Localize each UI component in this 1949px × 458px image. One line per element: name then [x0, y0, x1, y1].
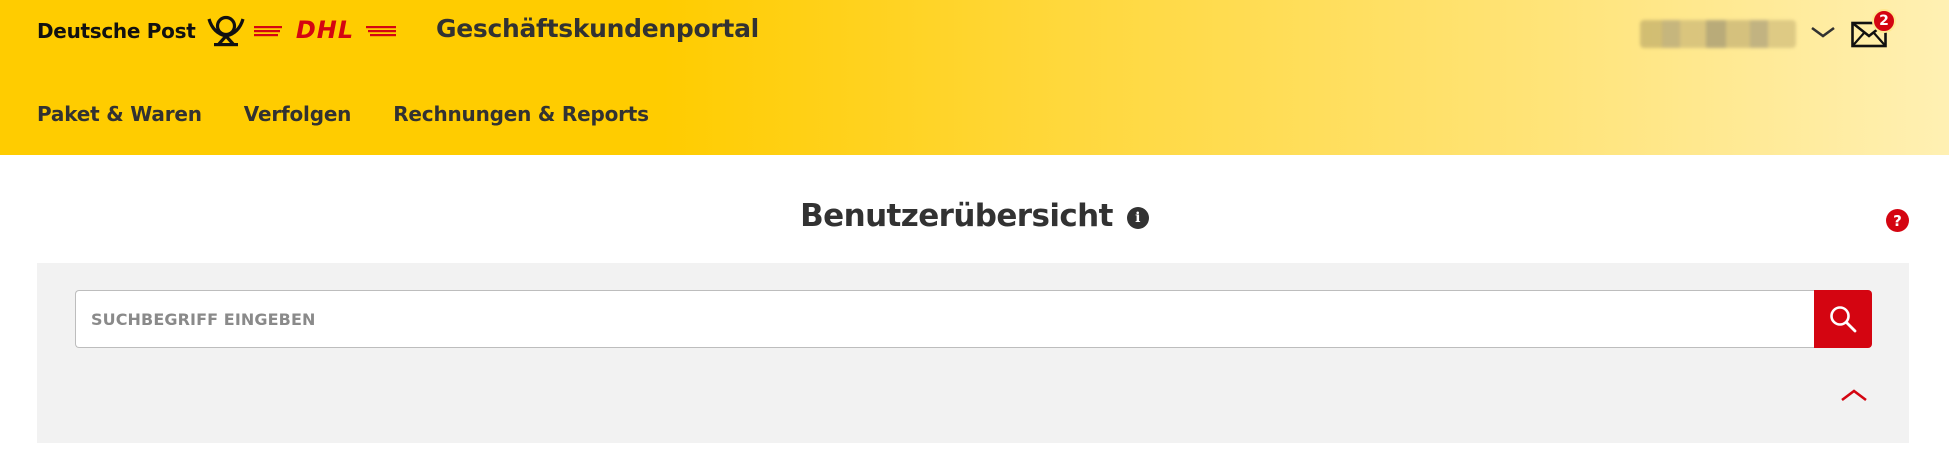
chevron-up-icon[interactable]: [1839, 386, 1869, 404]
main-nav: Paket & Waren Verfolgen Rechnungen & Rep…: [37, 102, 649, 132]
page-title: Benutzerübersicht: [800, 198, 1113, 234]
brand-name: Deutsche Post: [37, 19, 196, 43]
info-icon[interactable]: i: [1126, 207, 1149, 229]
mail-count-badge: 2: [1872, 9, 1896, 33]
nav-item-paket-waren[interactable]: Paket & Waren: [37, 102, 202, 132]
chevron-down-icon[interactable]: [1810, 24, 1836, 40]
post-horn-icon: [207, 15, 246, 47]
search-input[interactable]: [75, 290, 1815, 348]
site-header: Deutsche Post DHL Geschäftskundenportal: [0, 0, 1949, 155]
search-panel: [37, 263, 1909, 443]
help-icon[interactable]: ?: [1886, 209, 1909, 232]
user-name-redacted[interactable]: [1640, 20, 1796, 48]
page-title-row: Benutzerübersicht i: [0, 196, 1949, 236]
deutsche-post-logo[interactable]: Deutsche Post: [37, 15, 247, 47]
nav-item-verfolgen[interactable]: Verfolgen: [244, 102, 352, 132]
portal-title: Geschäftskundenportal: [436, 14, 759, 43]
nav-item-rechnungen-reports[interactable]: Rechnungen & Reports: [393, 102, 649, 132]
dhl-logo-text: DHL: [296, 17, 354, 43]
dhl-logo[interactable]: DHL: [254, 17, 396, 43]
search-button[interactable]: [1814, 290, 1872, 348]
search-icon: [1830, 306, 1857, 333]
